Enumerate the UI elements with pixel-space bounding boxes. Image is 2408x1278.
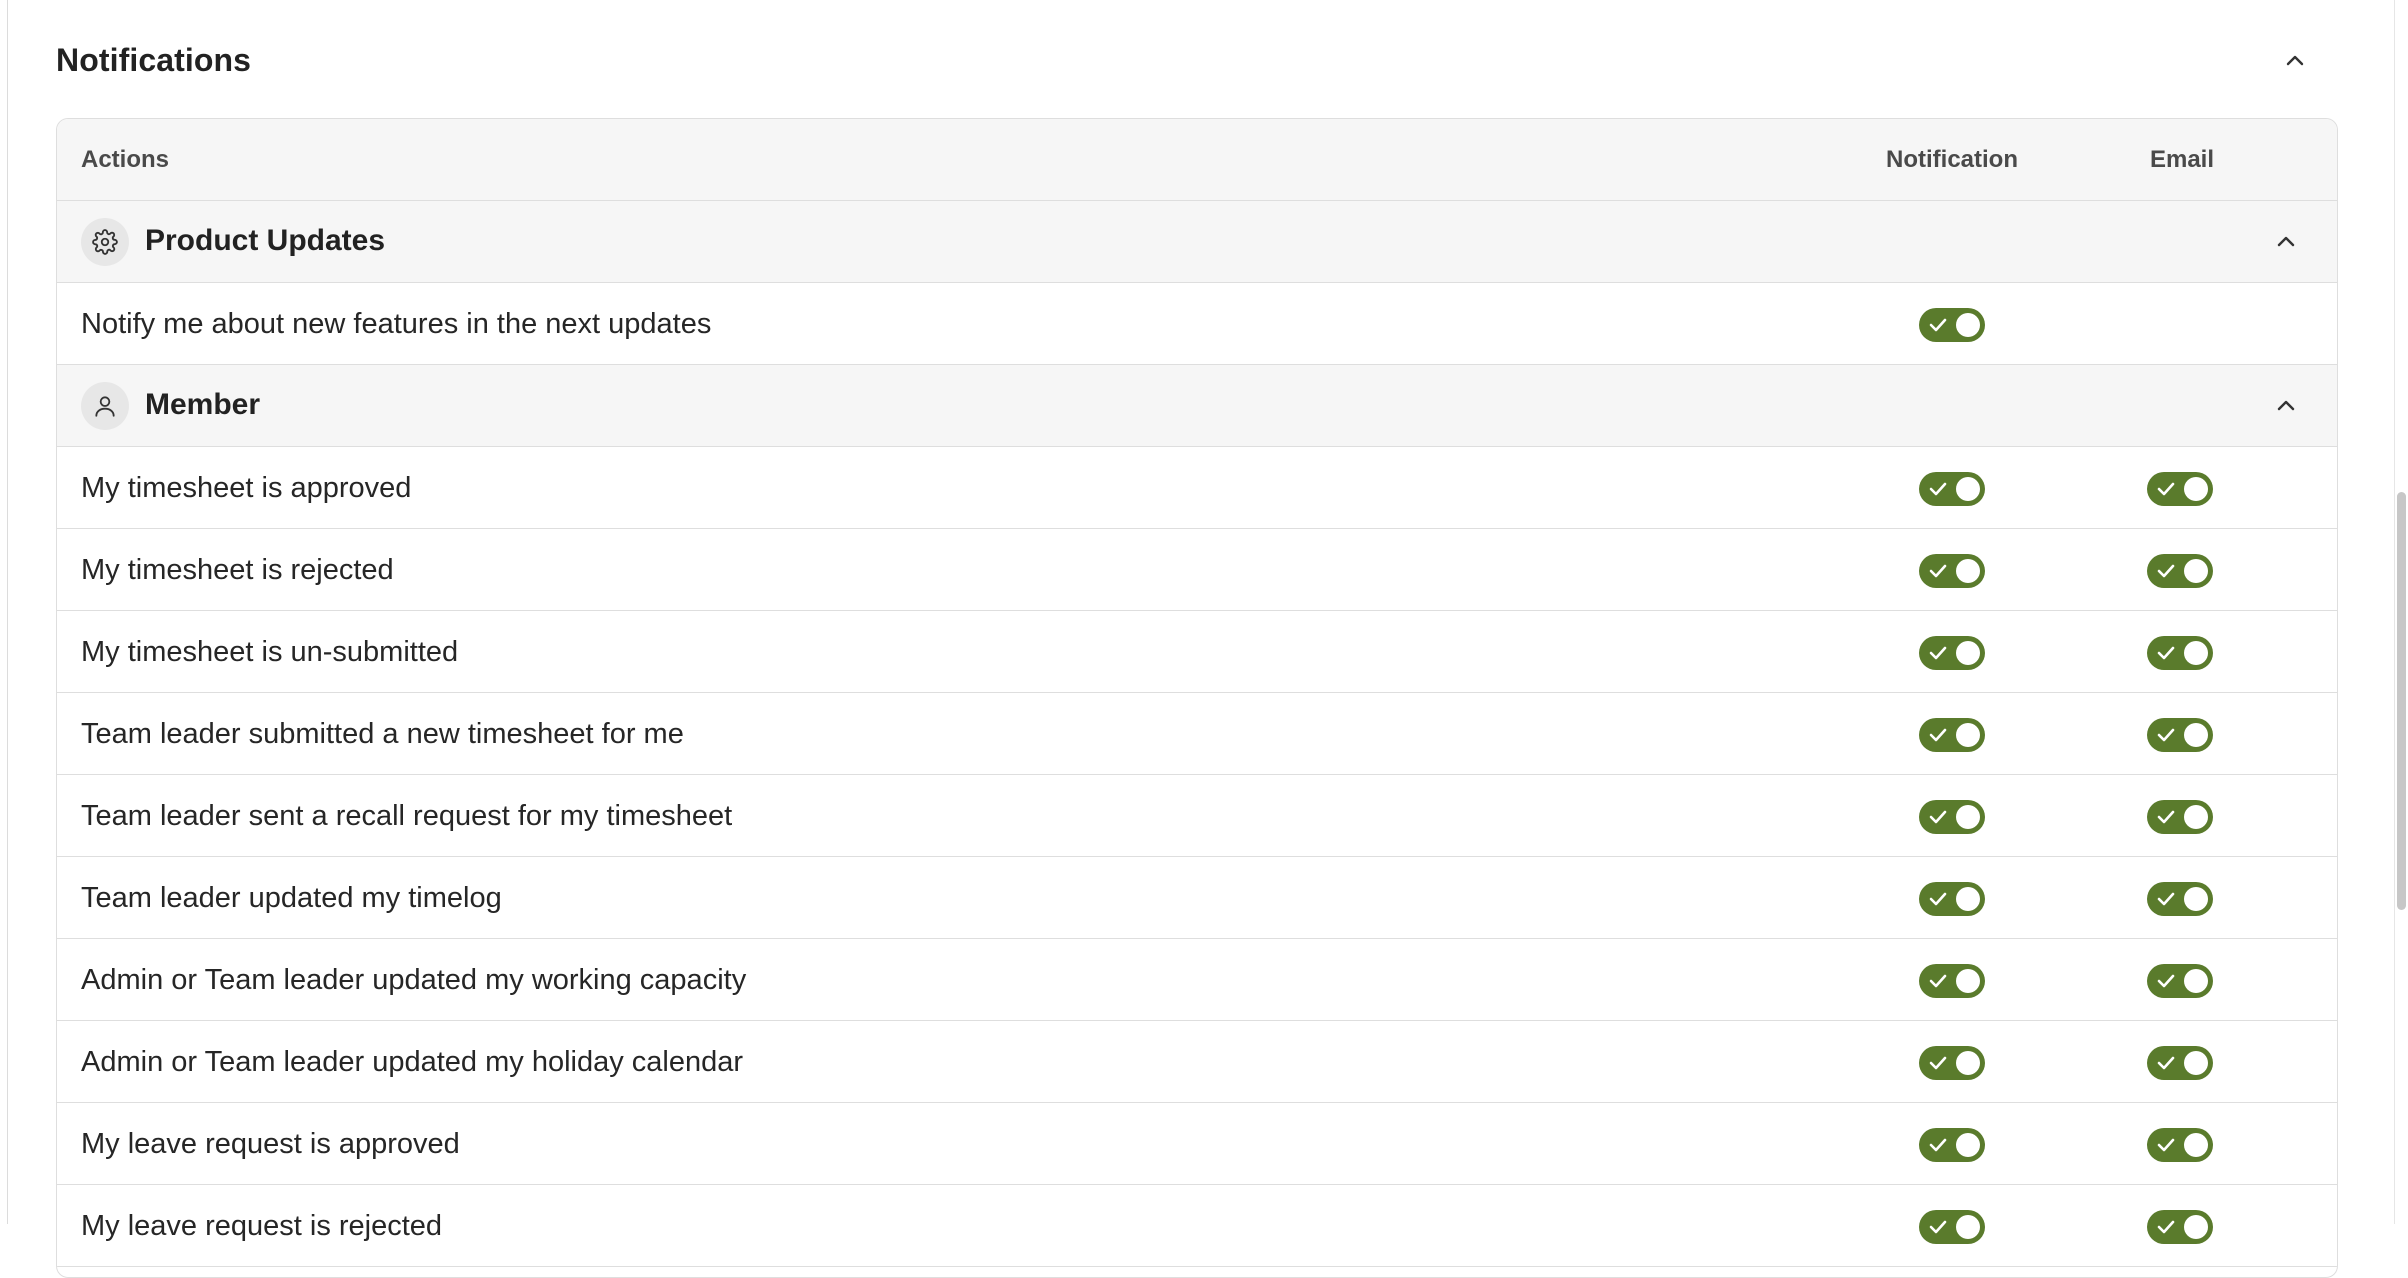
notifications-table: Actions Notification Email Product Updat… [56,118,2338,1278]
table-body: Product Updates Notify me about new featu… [57,201,2337,1267]
toggle-knob [1956,477,1980,501]
notification-toggle[interactable] [1919,964,1985,998]
toggle-knob [2184,887,2208,911]
email-toggle[interactable] [2147,472,2213,506]
toggle-knob [2184,559,2208,583]
notification-toggle[interactable] [1919,718,1985,752]
toggle-knob [2184,641,2208,665]
column-header-notification: Notification [1886,146,2018,173]
toggle-knob [2184,969,2208,993]
scrollbar-track[interactable] [2394,0,2408,1224]
toggle-knob [1956,887,1980,911]
notification-toggle[interactable] [1919,882,1985,916]
section-collapse-button[interactable] [2278,44,2312,78]
row-label: Team leader submitted a new timesheet fo… [81,718,684,750]
toggle-knob [2184,477,2208,501]
row-label: Team leader sent a recall request for my… [81,800,733,832]
email-toggle[interactable] [2147,718,2213,752]
table-row: Notify me about new features in the next… [57,283,2337,365]
email-toggle[interactable] [2147,636,2213,670]
left-panel-divider [0,0,8,1224]
email-toggle[interactable] [2147,800,2213,834]
notification-toggle[interactable] [1919,1128,1985,1162]
row-label: My leave request is rejected [81,1210,443,1242]
notification-toggle[interactable] [1919,472,1985,506]
row-label: Admin or Team leader updated my working … [81,964,747,996]
toggle-knob [2184,1051,2208,1075]
toggle-knob [2184,1215,2208,1239]
row-label: My timesheet is rejected [81,554,394,586]
email-toggle[interactable] [2147,1210,2213,1244]
chevron-up-icon[interactable] [2269,389,2303,423]
column-header-actions: Actions [81,146,170,173]
email-toggle[interactable] [2147,554,2213,588]
row-label: Notify me about new features in the next… [81,308,712,340]
email-toggle[interactable] [2147,1046,2213,1080]
email-toggle[interactable] [2147,1128,2213,1162]
row-label: My leave request is approved [81,1128,460,1160]
table-row: Team leader submitted a new timesheet fo… [57,693,2337,775]
group-label: Product Updates [145,224,386,257]
section-title: Notifications [56,42,252,78]
table-row: My leave request is approved [57,1103,2337,1185]
toggle-knob [1956,1051,1980,1075]
notifications-section-header: Notifications [56,0,2338,118]
table-row: Admin or Team leader updated my working … [57,939,2337,1021]
notification-toggle[interactable] [1919,1046,1985,1080]
row-label: My timesheet is approved [81,472,412,504]
chevron-up-icon [2286,55,2304,66]
group-row-product-updates[interactable]: Product Updates [57,201,2337,283]
table-row: Team leader updated my timelog [57,857,2337,939]
toggle-knob [1956,641,1980,665]
toggle-knob [2184,723,2208,747]
scrollbar-thumb[interactable] [2397,492,2406,910]
row-label: My timesheet is un-submitted [81,636,459,668]
notification-toggle[interactable] [1919,1210,1985,1244]
table-row: My timesheet is un-submitted [57,611,2337,693]
toggle-knob [1956,723,1980,747]
toggle-knob [1956,313,1980,337]
notification-toggle[interactable] [1919,308,1985,342]
toggle-knob [1956,1133,1980,1157]
toggle-knob [2184,1133,2208,1157]
notification-toggle[interactable] [1919,800,1985,834]
table-row: My timesheet is approved [57,447,2337,529]
notification-toggle[interactable] [1919,636,1985,670]
group-label: Member [145,388,261,421]
table-row: My leave request is rejected [57,1185,2337,1267]
gear-icon [81,218,129,266]
toggle-knob [1956,559,1980,583]
table-row: My timesheet is rejected [57,529,2337,611]
column-header-email: Email [2149,146,2215,173]
group-row-member[interactable]: Member [57,365,2337,447]
table-header: Actions Notification Email [57,119,2337,201]
notification-toggle[interactable] [1919,554,1985,588]
toggle-knob [2184,805,2208,829]
user-icon [81,382,129,430]
email-toggle[interactable] [2147,964,2213,998]
toggle-knob [1956,969,1980,993]
toggle-knob [1956,805,1980,829]
toggle-knob [1956,1215,1980,1239]
row-label: Admin or Team leader updated my holiday … [81,1046,744,1078]
email-toggle[interactable] [2147,882,2213,916]
chevron-up-icon[interactable] [2269,225,2303,259]
table-row: Admin or Team leader updated my holiday … [57,1021,2337,1103]
table-row: Team leader sent a recall request for my… [57,775,2337,857]
row-label: Team leader updated my timelog [81,882,502,914]
